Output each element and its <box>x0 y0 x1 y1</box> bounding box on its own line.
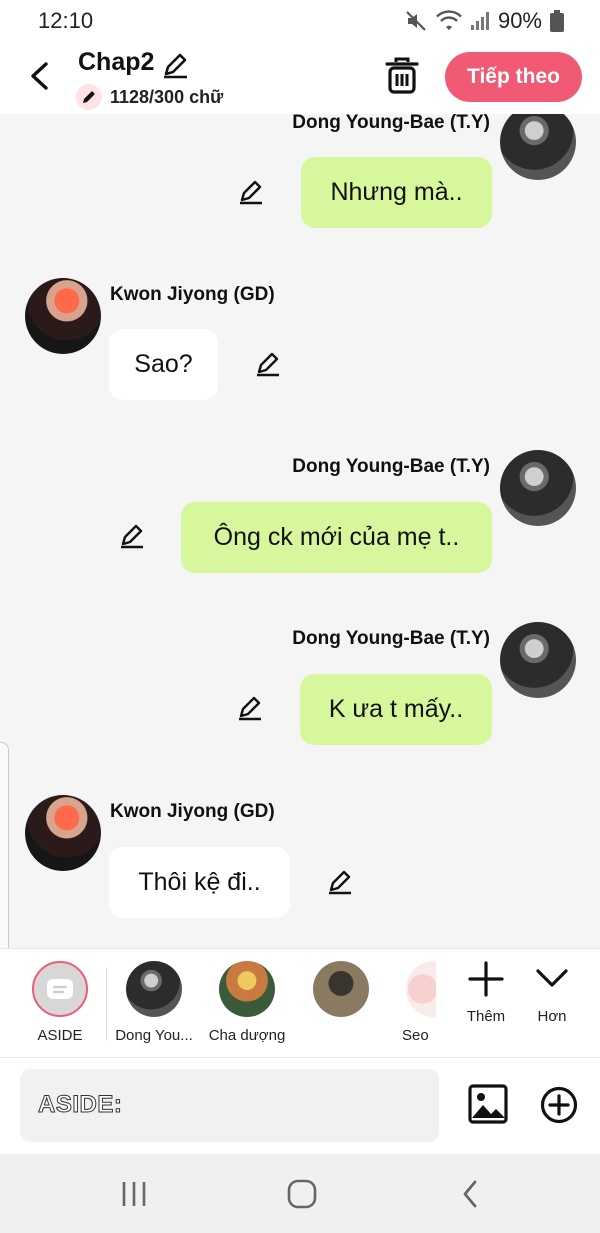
system-back-button[interactable] <box>450 1176 490 1212</box>
next-button[interactable]: Tiếp theo <box>445 52 582 102</box>
message-input[interactable]: ASIDE: <box>20 1069 439 1142</box>
message-bubble[interactable]: K ưa t mấy.. <box>300 674 492 745</box>
pencil-badge-icon <box>76 84 102 110</box>
avatar[interactable] <box>500 450 576 526</box>
system-nav-bar <box>0 1154 600 1233</box>
add-character-label: Thêm <box>466 1008 506 1025</box>
battery-percent: 90% <box>497 8 542 33</box>
recent-apps-button[interactable] <box>114 1176 154 1212</box>
avatar <box>126 961 182 1017</box>
avatar[interactable] <box>25 278 101 354</box>
message-author: Kwon Jiyong (GD) <box>110 801 275 822</box>
character-cha-duong[interactable]: Cha dượng <box>201 961 293 1044</box>
avatar <box>313 961 369 1017</box>
avatar <box>406 961 436 1017</box>
home-icon <box>287 1179 317 1209</box>
input-area: ASIDE: <box>0 1058 600 1154</box>
status-icons: 90% <box>404 8 564 34</box>
message-author: Dong Young-Bae (T.Y) <box>292 628 490 649</box>
word-count: 1128/300 chữ <box>76 84 223 110</box>
character-aside[interactable]: ASIDE <box>14 961 106 1044</box>
side-panel-handle[interactable] <box>0 742 9 972</box>
plus-icon <box>468 961 504 997</box>
message-bubble[interactable]: Sao? <box>109 329 218 400</box>
back-arrow-icon <box>31 62 48 90</box>
avatar <box>219 961 275 1017</box>
edit-message-icon[interactable] <box>237 178 265 206</box>
character-dong-young-bae[interactable]: Dong You... <box>108 961 200 1044</box>
message-bubble[interactable]: Thôi kệ đi.. <box>109 847 290 918</box>
add-character-button[interactable]: Thêm <box>456 959 516 1025</box>
expand-bar-button[interactable]: Hơn <box>522 959 582 1025</box>
editor-header: Chap2 1128/300 chữ Tiếp theo <box>0 42 600 114</box>
home-button[interactable] <box>282 1176 322 1212</box>
aside-icon <box>32 961 88 1017</box>
input-speaker-label: ASIDE: <box>37 1091 123 1119</box>
battery-icon <box>550 10 564 32</box>
edit-message-icon[interactable] <box>326 868 354 896</box>
expand-bar-label: Hơn <box>537 1008 567 1025</box>
status-time: 12:10 <box>38 8 94 33</box>
edit-title-icon[interactable] <box>160 50 190 80</box>
character-name: Cha dượng <box>208 1027 286 1044</box>
image-icon[interactable] <box>468 1084 508 1124</box>
divider <box>106 967 107 1041</box>
message-list[interactable]: Dong Young-Bae (T.Y) Nhưng mà.. Kwon Jiy… <box>0 114 600 948</box>
back-button[interactable] <box>22 56 56 96</box>
character-name: Seo <box>402 1027 429 1044</box>
recent-apps-icon <box>122 1182 146 1206</box>
mute-icon <box>406 11 426 31</box>
add-circle-icon[interactable] <box>540 1086 578 1124</box>
status-bar: 12:10 90% <box>0 0 600 42</box>
signal-icon <box>470 12 489 30</box>
word-count-text: 1128/300 chữ <box>110 86 224 107</box>
edit-message-icon[interactable] <box>236 694 264 722</box>
system-back-icon <box>463 1180 477 1208</box>
message-bubble[interactable]: Nhưng mà.. <box>301 157 492 228</box>
chevron-down-icon <box>536 969 568 987</box>
edit-message-icon[interactable] <box>118 522 146 550</box>
character-name: Dong You... <box>115 1027 193 1044</box>
message-bubble[interactable]: Ông ck mới của mẹ t.. <box>181 502 492 573</box>
edit-message-icon[interactable] <box>254 350 282 378</box>
chapter-title[interactable]: Chap2 <box>78 48 154 77</box>
character-seo[interactable]: Seo <box>378 961 436 1044</box>
character-silhouette[interactable] <box>295 961 387 1027</box>
character-name: ASIDE <box>37 1027 83 1044</box>
message-author: Dong Young-Bae (T.Y) <box>292 114 490 133</box>
avatar[interactable] <box>500 114 576 180</box>
avatar[interactable] <box>25 795 101 871</box>
message-author: Kwon Jiyong (GD) <box>110 284 275 305</box>
wifi-icon <box>436 10 462 30</box>
avatar[interactable] <box>500 622 576 698</box>
message-author: Dong Young-Bae (T.Y) <box>292 456 490 477</box>
trash-icon[interactable] <box>384 56 420 96</box>
character-bar: ASIDE Dong You... Cha dượng Seo Thêm Hơn <box>0 948 600 1058</box>
